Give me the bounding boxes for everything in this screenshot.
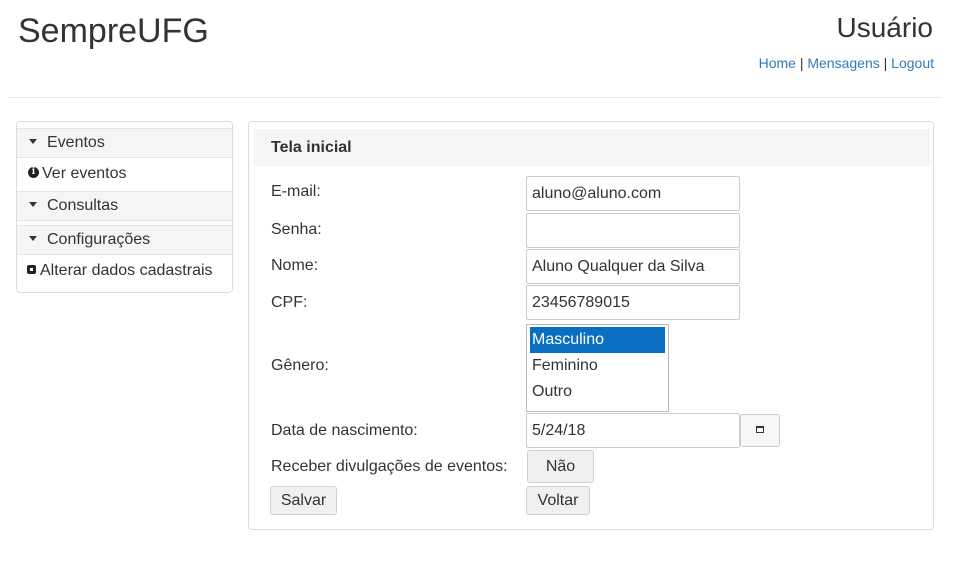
caret-down-icon [29, 202, 37, 208]
form-panel: Tela inicial E-mail: aluno@aluno.com Sen… [248, 121, 934, 530]
nascimento-field[interactable]: 5/24/18 [526, 413, 740, 448]
calendar-button[interactable] [740, 414, 780, 447]
mensagens-link[interactable]: Mensagens [807, 55, 879, 71]
sidebar-item-label: Alterar dados cadastrais [40, 262, 213, 279]
cpf-field[interactable]: 23456789015 [526, 285, 740, 320]
senha-label: Senha: [271, 221, 322, 238]
genero-option-outro[interactable]: Outro [530, 379, 665, 405]
user-title: Usuário [836, 12, 933, 43]
sidebar: Eventos i Ver eventos Consultas Configura… [16, 121, 233, 293]
header-divider [8, 97, 941, 98]
logout-link[interactable]: Logout [891, 55, 934, 71]
sidebar-header-label: Eventos [47, 134, 105, 151]
email-label: E-mail: [271, 183, 321, 200]
genero-option-feminino[interactable]: Feminino [530, 353, 665, 379]
nav-separator: | [879, 55, 892, 71]
sidebar-header-eventos[interactable]: Eventos [17, 128, 232, 158]
nav-separator: | [795, 55, 808, 71]
email-field[interactable]: aluno@aluno.com [526, 176, 740, 211]
genero-option-masculino[interactable]: Masculino [530, 327, 665, 353]
senha-field[interactable] [526, 213, 740, 248]
genero-label: Gênero: [271, 357, 329, 374]
caret-down-icon [29, 139, 37, 145]
divulgacoes-label: Receber divulgações de eventos: [271, 458, 508, 475]
divulgacoes-toggle-button[interactable]: Não [527, 450, 594, 483]
info-icon: i [28, 166, 39, 178]
sidebar-header-consultas[interactable]: Consultas [17, 191, 232, 221]
panel-title: Tela inicial [254, 129, 930, 166]
calendar-icon [756, 426, 764, 434]
salvar-button[interactable]: Salvar [270, 486, 337, 515]
top-nav: Home | Mensagens | Logout [759, 55, 934, 71]
nome-label: Nome: [271, 257, 319, 274]
home-link[interactable]: Home [759, 55, 796, 71]
sidebar-item-ver-eventos[interactable]: i Ver eventos [17, 159, 232, 189]
sidebar-item-label: Ver eventos [42, 165, 127, 182]
sidebar-item-alterar-dados[interactable]: Alterar dados cadastrais [17, 256, 232, 286]
edit-icon [27, 264, 36, 274]
app-title: SempreUFG [18, 12, 209, 50]
sidebar-header-label: Configurações [47, 231, 151, 248]
sidebar-header-configuracoes[interactable]: Configurações [17, 225, 232, 255]
caret-down-icon [29, 236, 37, 242]
nascimento-label: Data de nascimento: [271, 422, 418, 439]
sidebar-header-label: Consultas [47, 197, 119, 214]
genero-listbox[interactable]: Masculino Feminino Outro [526, 324, 669, 412]
voltar-button[interactable]: Voltar [526, 486, 590, 515]
cpf-label: CPF: [271, 294, 308, 311]
nome-field[interactable]: Aluno Qualquer da Silva [526, 249, 740, 284]
